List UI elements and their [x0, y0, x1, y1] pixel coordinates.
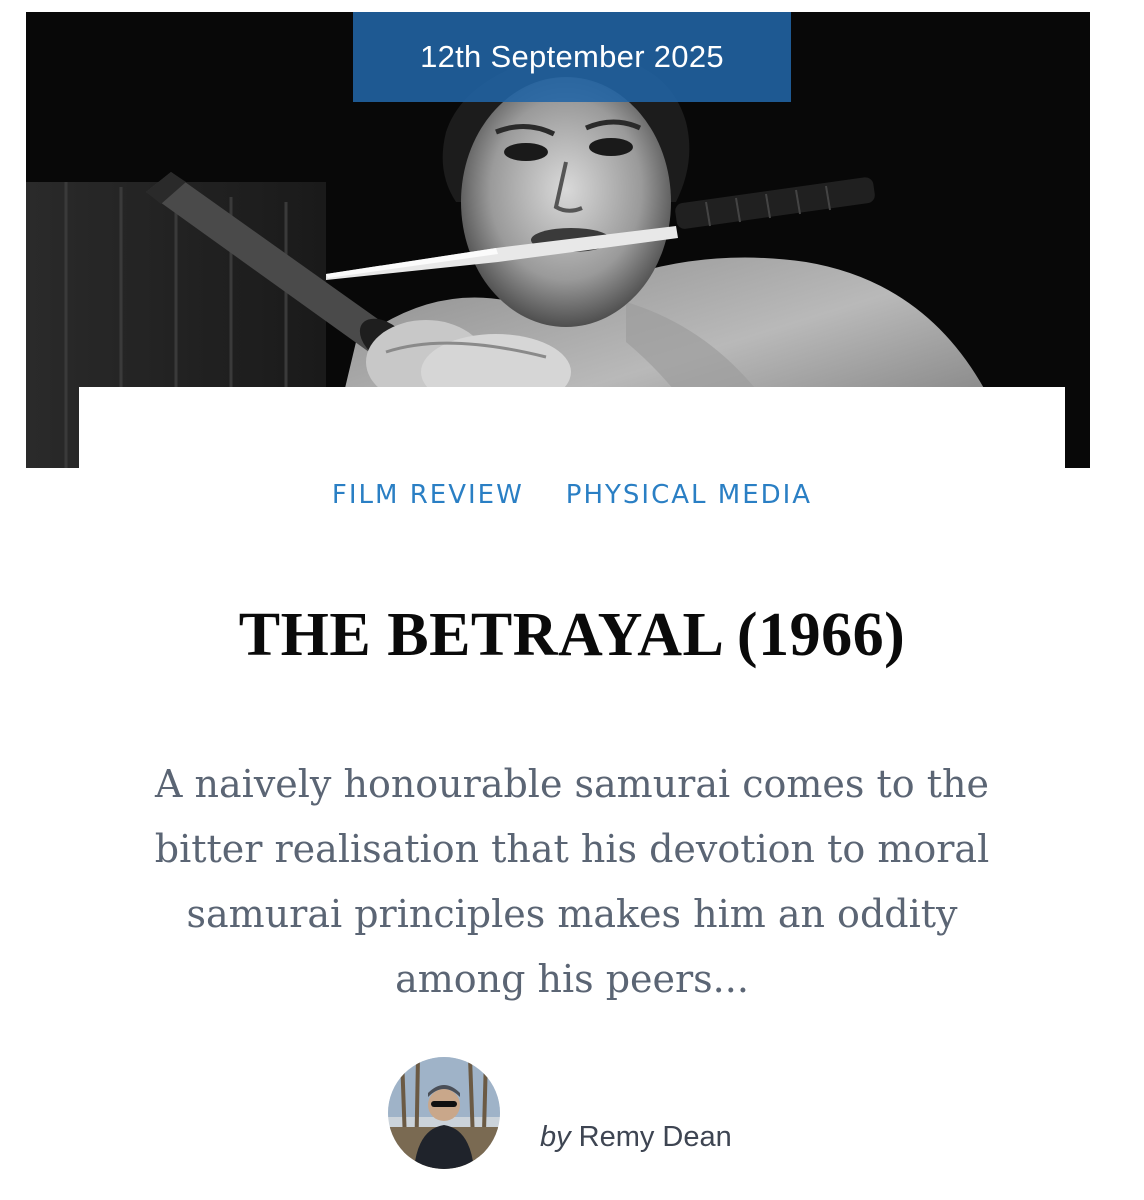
category-film-review-link[interactable]: FILM REVIEW: [332, 480, 524, 510]
byline-prefix: by: [540, 1121, 571, 1153]
post-title: THE BETRAYAL (1966): [238, 601, 906, 669]
post-categories: FILM REVIEW PHYSICAL MEDIA: [0, 480, 1144, 510]
author-name-link[interactable]: Remy Dean: [579, 1121, 732, 1153]
article-header: 12th September 2025 FILM REVIEW PHYSICAL…: [0, 0, 1144, 1200]
content-card-top: [79, 387, 1065, 469]
post-excerpt: A naively honourable samurai comes to th…: [154, 762, 990, 1001]
post-date-badge: 12th September 2025: [353, 12, 791, 102]
author-avatar[interactable]: [388, 1057, 500, 1169]
avatar-photo: [388, 1057, 500, 1169]
category-physical-media-link[interactable]: PHYSICAL MEDIA: [566, 480, 812, 510]
author-byline: by Remy Dean: [540, 1121, 732, 1154]
author-block: by Remy Dean: [388, 1057, 808, 1169]
